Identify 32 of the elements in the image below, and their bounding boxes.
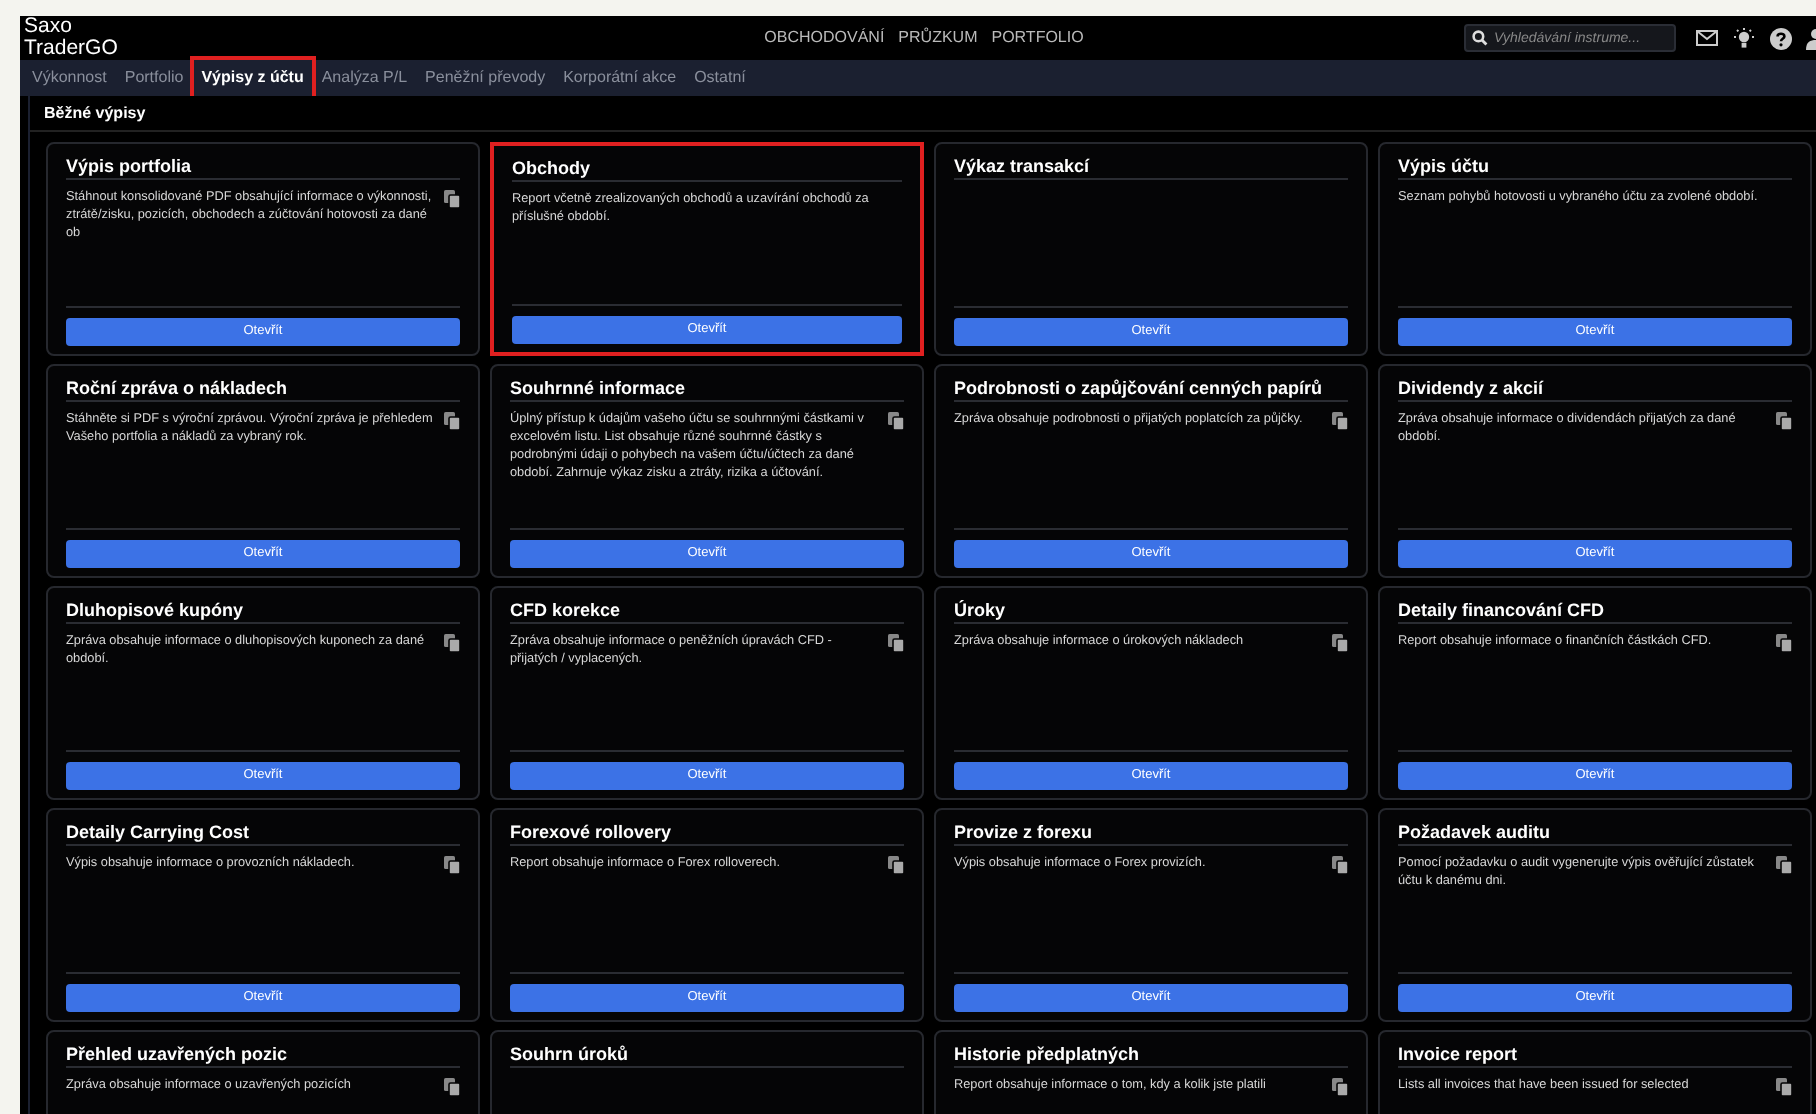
- tab[interactable]: Výpisy z účtu: [193, 60, 312, 96]
- tab[interactable]: Korporátní akce: [555, 60, 685, 96]
- card-title: Roční zpráva o nákladech: [66, 374, 460, 402]
- tab[interactable]: Peněžní převody: [417, 60, 554, 96]
- card-title: Invoice report: [1398, 1040, 1792, 1068]
- nav-link[interactable]: PORTFOLIO: [991, 26, 1084, 50]
- card-title: Výpis portfolia: [66, 152, 460, 180]
- nav-link[interactable]: OBCHODOVÁNÍ: [764, 26, 885, 50]
- section-title: Běžné výpisy: [30, 96, 1816, 132]
- tab[interactable]: Výkonnost: [24, 60, 115, 96]
- nav-link[interactable]: PRŮZKUM: [898, 26, 978, 50]
- card-title: Výpis účtu: [1398, 152, 1792, 180]
- card-title: Souhrn úroků: [510, 1040, 904, 1068]
- card-title: Provize z forexu: [954, 818, 1348, 846]
- card-title: Požadavek auditu: [1398, 818, 1792, 846]
- card-title: Dluhopisové kupóny: [66, 596, 460, 624]
- card-title: Úroky: [954, 596, 1348, 624]
- app-logo: Saxo TraderGO: [24, 16, 120, 60]
- card-title: Detaily financování CFD: [1398, 596, 1792, 624]
- card-title: Obchody: [512, 154, 902, 182]
- tab[interactable]: Portfolio: [116, 60, 192, 96]
- tab[interactable]: Analýza P/L: [313, 60, 416, 96]
- card-title: Historie předplatných: [954, 1040, 1348, 1068]
- card-title: Detaily Carrying Cost: [66, 818, 460, 846]
- card-title: Podrobnosti o zapůjčování cenných papírů: [954, 374, 1348, 402]
- card-title: Forexové rollovery: [510, 818, 904, 846]
- card-title: CFD korekce: [510, 596, 904, 624]
- card-title: Přehled uzavřených pozic: [66, 1040, 460, 1068]
- tab[interactable]: Ostatní: [686, 60, 754, 96]
- card-title: Souhrnné informace: [510, 374, 904, 402]
- card-title: Dividendy z akcií: [1398, 374, 1792, 402]
- card-title: Výkaz transakcí: [954, 152, 1348, 180]
